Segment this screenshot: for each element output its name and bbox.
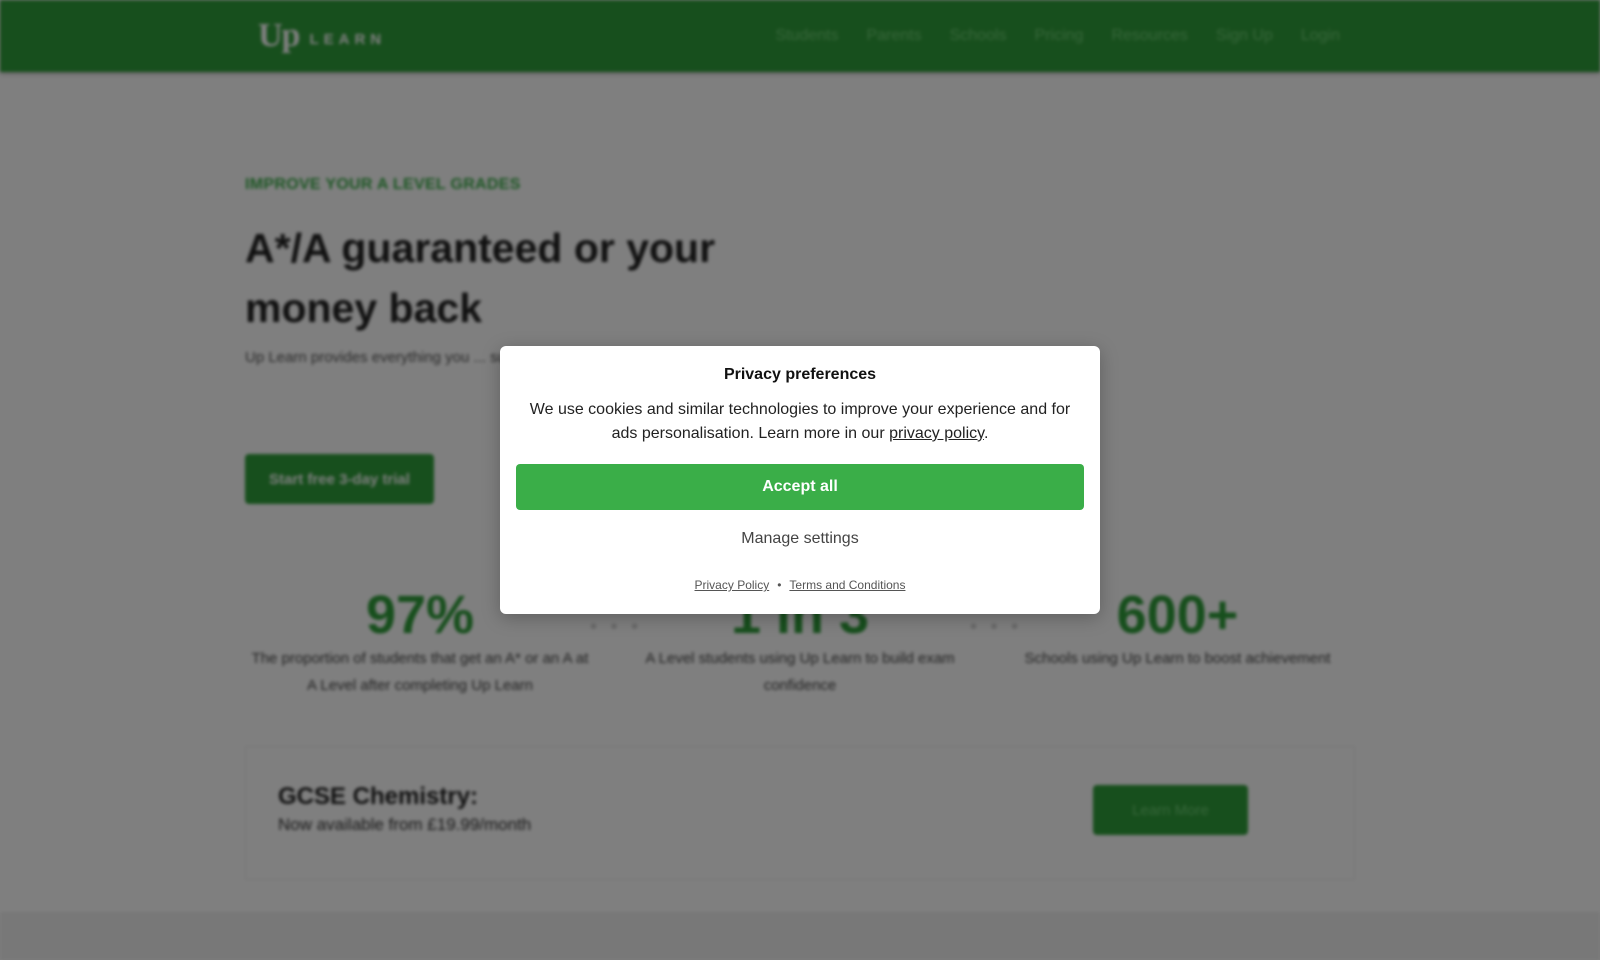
footer-privacy-policy-link[interactable]: Privacy Policy xyxy=(695,578,770,592)
manage-settings-button[interactable]: Manage settings xyxy=(700,522,900,556)
dialog-text-end: . xyxy=(983,425,989,442)
accept-all-button[interactable]: Accept all xyxy=(516,464,1084,510)
dialog-footer: Privacy Policy • Terms and Conditions xyxy=(500,578,1100,592)
privacy-policy-link[interactable]: privacy policy xyxy=(889,425,984,442)
page: Up LEARN Students Parents Schools Pricin… xyxy=(0,0,1600,960)
footer-separator: • xyxy=(777,578,782,592)
dialog-title: Privacy preferences xyxy=(723,366,877,383)
dialog-text: We use cookies and similar technologies … xyxy=(520,398,1080,446)
privacy-dialog: Privacy preferences We use cookies and s… xyxy=(500,346,1100,614)
dialog-text-body: We use cookies and similar technologies … xyxy=(529,401,1071,442)
footer-terms-link[interactable]: Terms and Conditions xyxy=(789,578,905,592)
